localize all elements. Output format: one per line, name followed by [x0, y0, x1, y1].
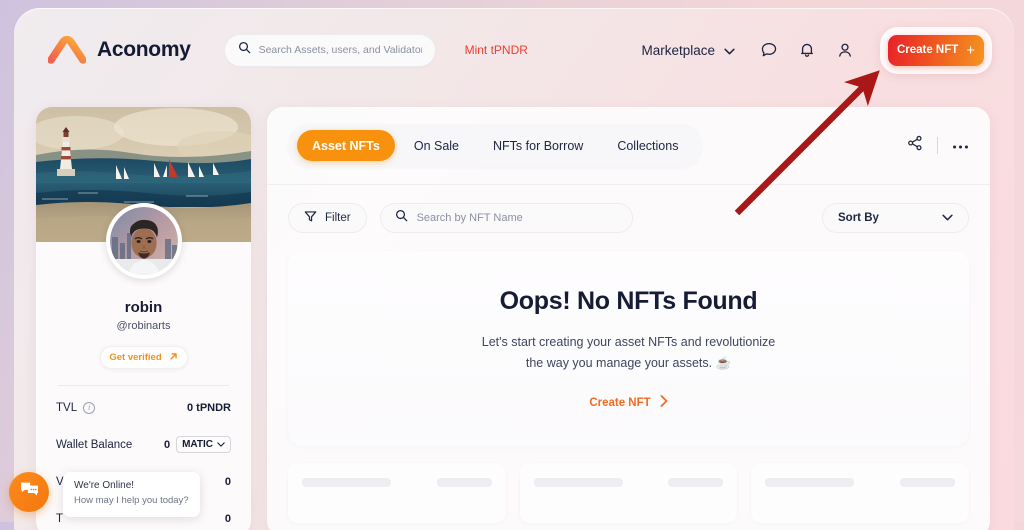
tabs-bar: Asset NFTs On Sale NFTs for Borrow Colle… — [267, 107, 990, 185]
notification-bell-icon[interactable] — [798, 41, 816, 59]
panel-actions — [907, 135, 969, 156]
search-input[interactable] — [258, 44, 422, 56]
sort-by-label: Sort By — [838, 212, 879, 224]
profile-name: robin — [124, 299, 163, 316]
skeleton-bar — [765, 478, 855, 487]
chat-widget-button[interactable] — [9, 472, 49, 512]
token-select[interactable]: MATIC — [176, 436, 231, 453]
nft-search-input[interactable] — [416, 212, 618, 224]
skeleton-card — [751, 463, 970, 523]
chat-widget-tooltip[interactable]: We're Online! How may I help you today? — [63, 472, 200, 517]
get-verified-label: Get verified — [109, 352, 162, 363]
share-icon[interactable] — [907, 135, 923, 156]
main-panel: Asset NFTs On Sale NFTs for Borrow Colle… — [267, 107, 990, 530]
tab-nfts-for-borrow[interactable]: NFTs for Borrow — [478, 130, 598, 161]
stat-label: TVL i — [56, 401, 96, 414]
chat-tooltip-title: We're Online! — [74, 480, 135, 491]
skeleton-bar — [900, 478, 956, 487]
app-header: Aconomy Mint tPNDR Marketplace — [14, 8, 1014, 92]
filter-button[interactable]: Filter — [288, 203, 367, 233]
plus-icon: + — [966, 41, 976, 59]
stat-label-text: TVL — [56, 401, 78, 414]
empty-state-subtitle: Let's start creating your asset NFTs and… — [482, 332, 776, 373]
stat-row-wallet-balance: Wallet Balance 0 MATIC — [56, 429, 231, 460]
create-nft-label: Create NFT — [896, 44, 959, 56]
tab-collections[interactable]: Collections — [602, 130, 693, 161]
avatar-image — [109, 207, 178, 275]
chat-tooltip-subtitle: How may I help you today? — [74, 495, 189, 506]
stat-row-tvl: TVL i 0 tPNDR — [56, 392, 231, 423]
stat-label-text: Wallet Balance — [56, 438, 133, 451]
skeleton-cards — [288, 463, 970, 523]
header-actions: Marketplace Create NFT + — [641, 26, 992, 74]
empty-state-create-nft-link[interactable]: Create NFT — [589, 395, 668, 410]
brand-logo[interactable]: Aconomy — [48, 36, 191, 64]
chevron-down-icon — [724, 43, 735, 58]
filter-label: Filter — [325, 212, 351, 224]
filter-funnel-icon — [304, 210, 317, 226]
search-icon — [238, 41, 251, 59]
skeleton-bar — [436, 478, 492, 487]
tab-asset-nfts[interactable]: Asset NFTs — [297, 130, 395, 161]
empty-subtitle-line1: Let's start creating your asset NFTs and… — [481, 334, 776, 349]
create-nft-highlight: Create NFT + — [880, 26, 992, 74]
empty-subtitle-line2: the way you manage your assets. ☕ — [525, 355, 732, 370]
token-select-label: MATIC — [182, 439, 213, 450]
aconomy-logo-icon — [48, 36, 86, 64]
empty-cta-label: Create NFT — [589, 396, 651, 409]
empty-state-title: Oops! No NFTs Found — [499, 286, 758, 315]
chat-bubble-icon[interactable] — [760, 41, 778, 59]
sort-by-dropdown[interactable]: Sort By — [822, 203, 969, 233]
global-search[interactable] — [223, 33, 436, 67]
brand-name: Aconomy — [97, 38, 191, 61]
arrow-up-right-icon — [169, 352, 178, 364]
stat-value: 0 MATIC — [164, 436, 231, 453]
skeleton-bar — [668, 478, 724, 487]
user-account-icon[interactable] — [836, 41, 854, 59]
chevron-down-icon — [217, 439, 225, 450]
nft-search[interactable] — [379, 203, 633, 233]
empty-state: Oops! No NFTs Found Let's start creating… — [288, 251, 969, 446]
skeleton-bar — [533, 478, 623, 487]
sidebar-divider — [58, 385, 229, 386]
chevron-right-icon — [660, 395, 668, 410]
profile-sidebar: robin @robinarts Get verified TVL i 0 tP… — [36, 107, 251, 530]
action-divider — [937, 137, 938, 154]
skeleton-card — [288, 463, 506, 523]
stat-label-text: T — [56, 512, 64, 525]
marketplace-menu[interactable]: Marketplace — [641, 43, 735, 58]
tabs-group: Asset NFTs On Sale NFTs for Borrow Colle… — [288, 124, 703, 167]
create-nft-button[interactable]: Create NFT + — [888, 34, 984, 66]
mint-tpndr-link[interactable]: Mint tPNDR — [465, 43, 528, 57]
more-horizontal-icon[interactable] — [952, 137, 969, 155]
stat-value: 0 tPNDR — [186, 401, 231, 414]
info-icon[interactable]: i — [83, 401, 96, 414]
wallet-balance-amount: 0 — [163, 438, 171, 451]
stat-value: 0 — [224, 512, 231, 525]
chevron-down-icon — [942, 212, 953, 224]
search-icon — [395, 209, 408, 227]
app-window: Aconomy Mint tPNDR Marketplace — [14, 8, 1014, 530]
avatar[interactable] — [105, 203, 182, 279]
skeleton-card — [519, 463, 738, 523]
chat-widget-icon — [19, 479, 40, 505]
marketplace-label: Marketplace — [641, 42, 715, 58]
skeleton-bar — [302, 478, 392, 487]
stat-value: 0 — [224, 475, 231, 488]
get-verified-button[interactable]: Get verified — [99, 346, 188, 369]
tab-on-sale[interactable]: On Sale — [399, 130, 474, 161]
filter-bar: Filter Sort By — [267, 185, 990, 251]
profile-handle: @robinarts — [116, 320, 171, 332]
